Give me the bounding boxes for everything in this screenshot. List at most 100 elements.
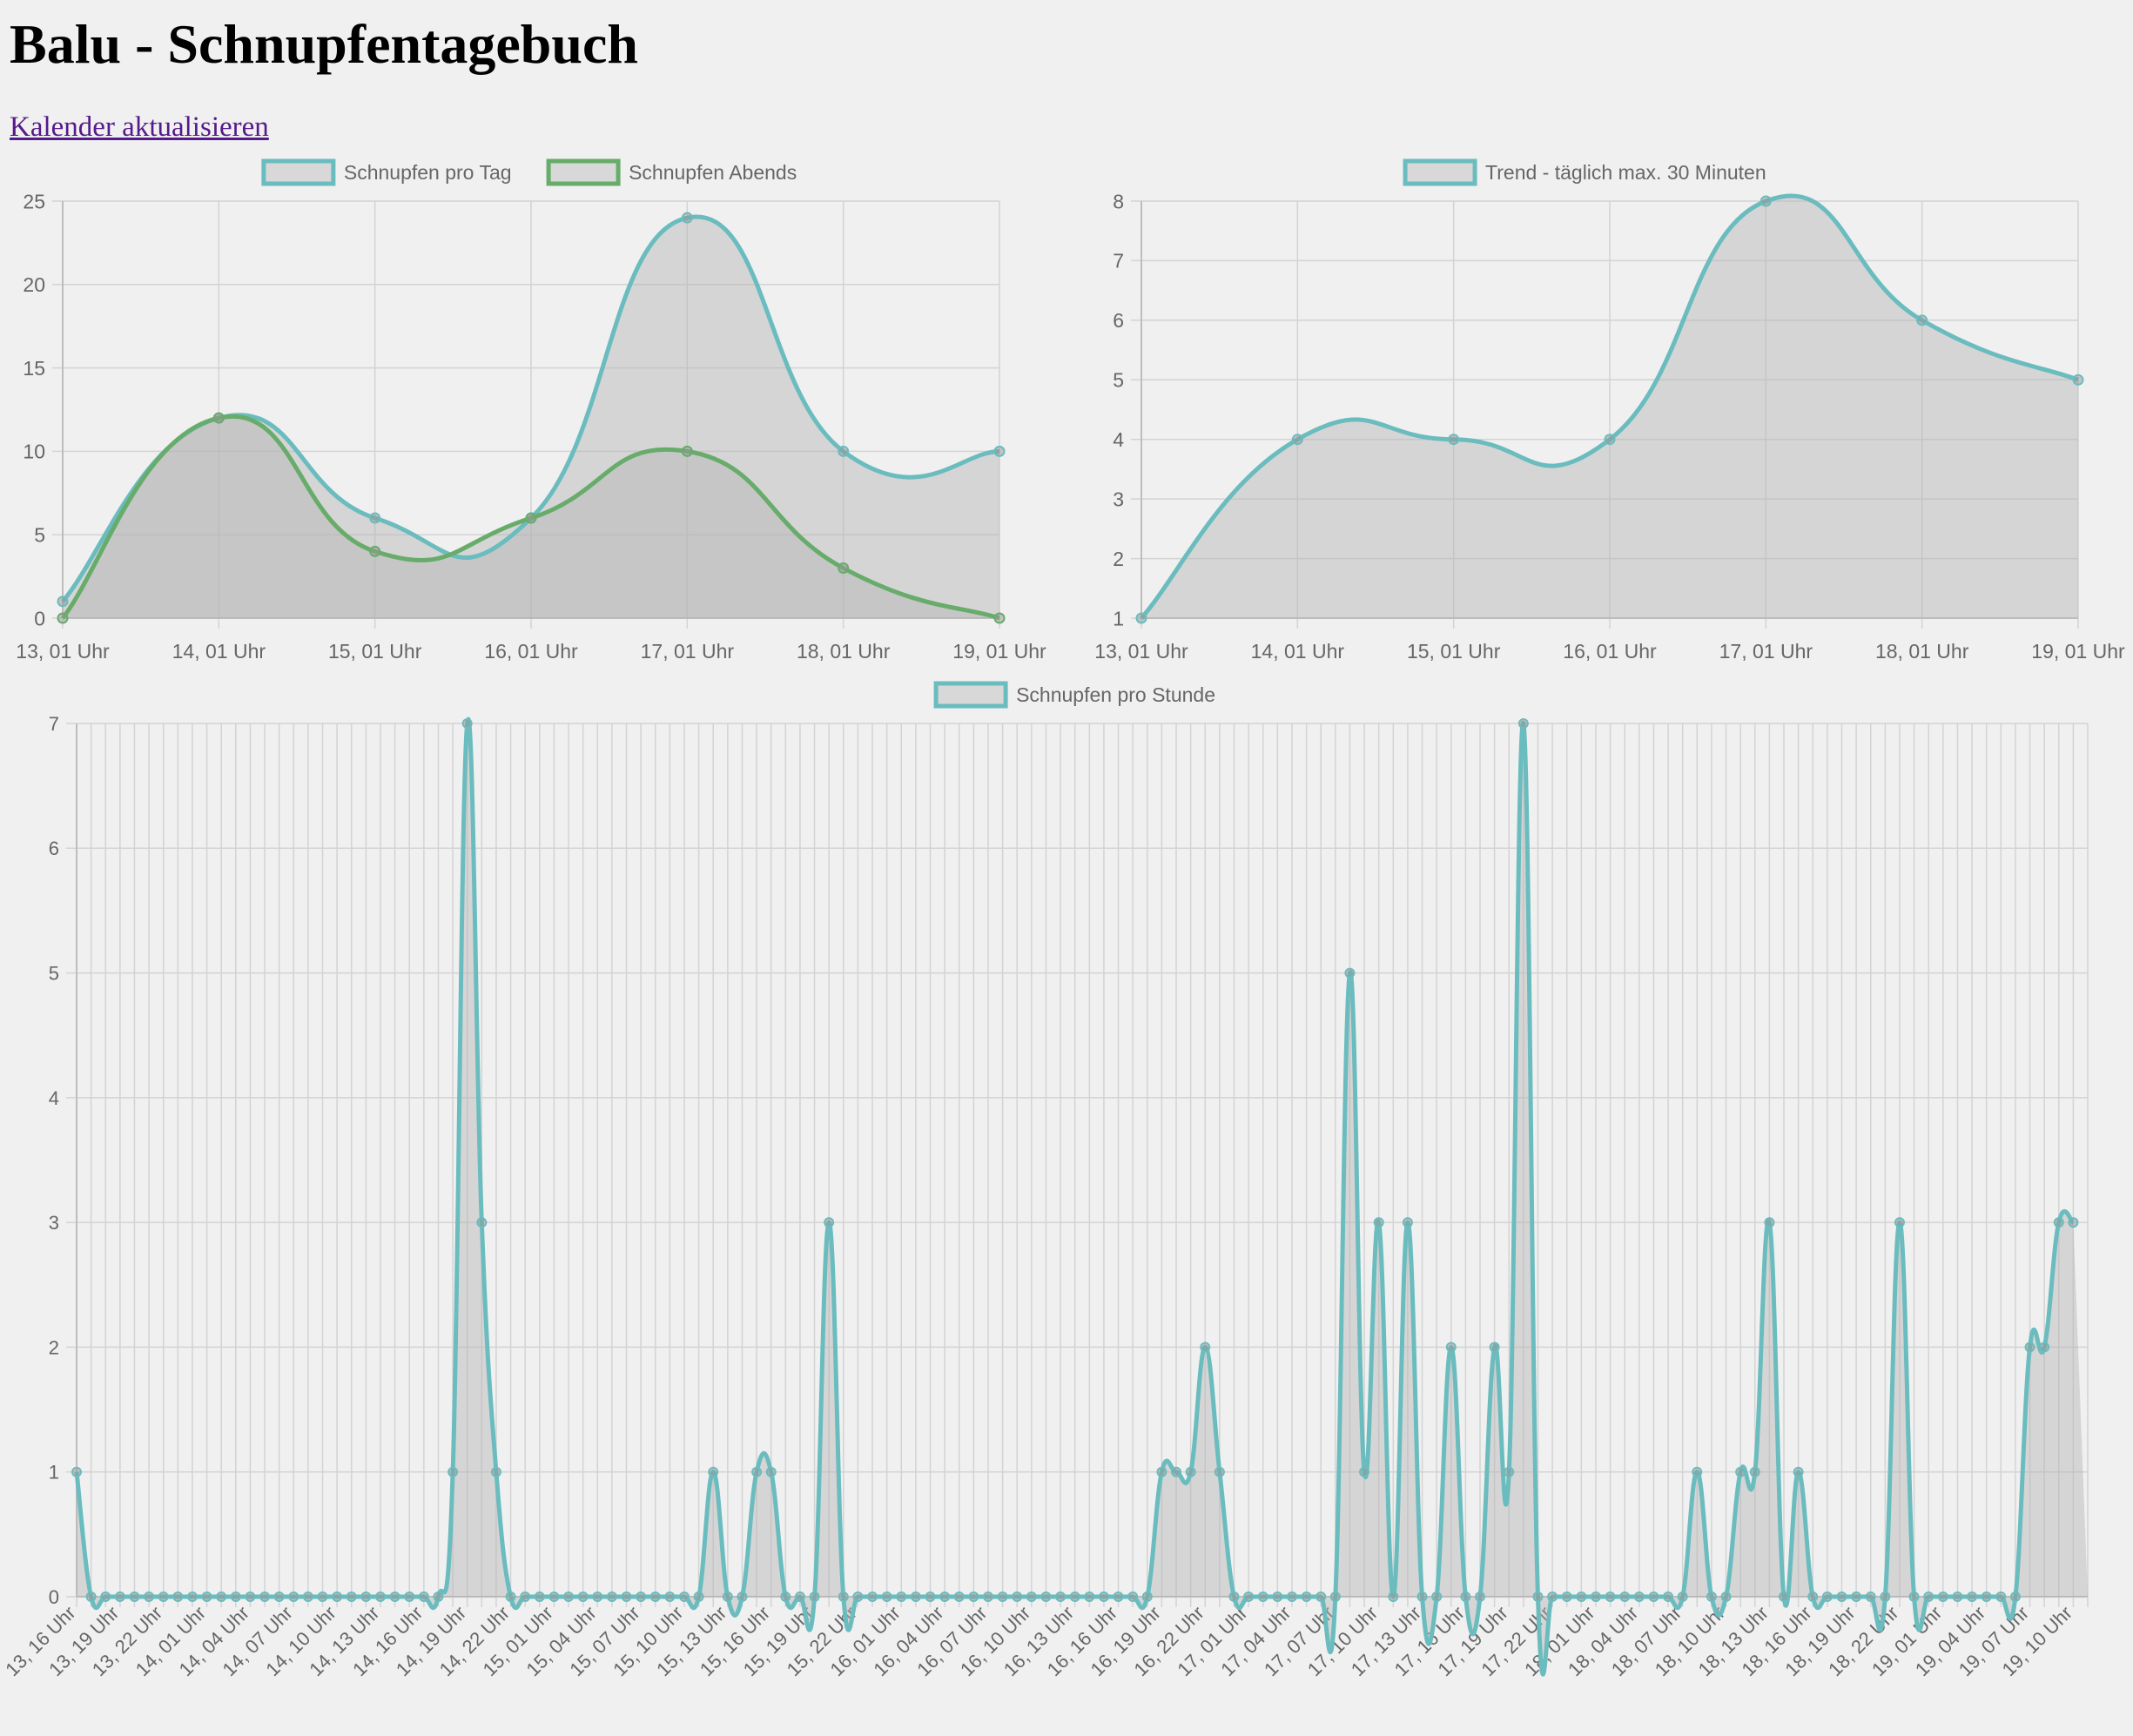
legend-label: Schnupfen pro Stunde <box>1016 683 1215 706</box>
data-point <box>1952 1591 1963 1602</box>
data-point <box>1908 1591 1920 1602</box>
data-point <box>1605 1591 1616 1602</box>
y-tick-label: 3 <box>49 1212 59 1234</box>
data-point <box>2068 1217 2079 1228</box>
data-point <box>1807 1591 1819 1602</box>
data-point <box>505 1591 516 1602</box>
y-tick-label: 5 <box>49 962 59 984</box>
data-point <box>1663 1591 1674 1602</box>
data-point <box>1069 1591 1080 1602</box>
data-point <box>245 1591 256 1602</box>
data-point <box>1084 1591 1095 1602</box>
data-point <box>129 1591 140 1602</box>
data-point <box>302 1591 313 1602</box>
grid <box>66 723 2089 1607</box>
data-point <box>144 1591 155 1602</box>
data-point <box>693 1591 704 1602</box>
data-point <box>1431 1591 1443 1602</box>
data-point <box>968 1591 979 1602</box>
data-point <box>1127 1591 1139 1602</box>
data-point <box>982 1591 993 1602</box>
data-point <box>636 1591 647 1602</box>
data-point <box>520 1591 531 1602</box>
data-point <box>838 1591 849 1602</box>
y-tick-label: 6 <box>49 838 59 859</box>
data-point <box>374 1591 386 1602</box>
data-point <box>490 1466 501 1477</box>
data-point <box>1329 1591 1341 1602</box>
data-point <box>1373 1217 1384 1228</box>
data-point <box>2024 1342 2035 1353</box>
data-point <box>1692 1466 1703 1477</box>
data-point <box>1735 1466 1746 1477</box>
data-point <box>1388 1591 1399 1602</box>
data-point <box>259 1591 271 1602</box>
data-point <box>1547 1591 1558 1602</box>
data-point <box>317 1591 328 1602</box>
data-point <box>765 1466 777 1477</box>
data-point <box>476 1217 488 1228</box>
data-point <box>1576 1591 1587 1602</box>
data-point <box>1359 1466 1370 1477</box>
data-point <box>1995 1591 2007 1602</box>
data-point <box>606 1591 617 1602</box>
data-point <box>1315 1591 1327 1602</box>
data-point <box>1648 1591 1659 1602</box>
data-point <box>1243 1591 1255 1602</box>
data-point <box>939 1591 951 1602</box>
data-point <box>288 1591 299 1602</box>
data-point <box>953 1591 965 1602</box>
data-point <box>809 1591 820 1602</box>
data-point <box>621 1591 632 1602</box>
data-point <box>664 1591 676 1602</box>
data-point <box>216 1591 227 1602</box>
data-point <box>1272 1591 1283 1602</box>
data-point <box>592 1591 603 1602</box>
data-point <box>1633 1591 1645 1602</box>
data-point <box>1706 1591 1717 1602</box>
data-point <box>925 1591 936 1602</box>
y-tick-label: 7 <box>49 713 59 735</box>
data-point <box>1301 1591 1312 1602</box>
data-point <box>1865 1591 1876 1602</box>
data-point <box>896 1591 907 1602</box>
data-point <box>1344 967 1356 979</box>
data-point <box>2039 1342 2050 1353</box>
data-point <box>534 1591 545 1602</box>
legend-swatch <box>933 681 1008 709</box>
y-tick-label: 2 <box>49 1336 59 1358</box>
data-point <box>447 1466 459 1477</box>
data-point <box>1055 1591 1066 1602</box>
y-tick-label: 4 <box>49 1087 59 1109</box>
data-point <box>1880 1591 1891 1602</box>
data-point <box>751 1466 763 1477</box>
series-area <box>77 719 2088 1675</box>
data-point <box>332 1591 343 1602</box>
data-point <box>1214 1466 1225 1477</box>
data-point <box>85 1591 97 1602</box>
data-point <box>273 1591 285 1602</box>
data-point <box>1504 1466 1515 1477</box>
data-point <box>1156 1466 1167 1477</box>
data-point <box>1779 1591 1790 1602</box>
data-point <box>794 1591 805 1602</box>
data-point <box>114 1591 125 1602</box>
data-point <box>433 1591 444 1602</box>
data-point <box>1894 1217 1905 1228</box>
data-point <box>1851 1591 1862 1602</box>
data-point <box>563 1591 575 1602</box>
data-point <box>461 718 473 729</box>
data-point <box>852 1591 864 1602</box>
data-point <box>186 1591 198 1602</box>
data-point <box>1402 1217 1413 1228</box>
data-point <box>1590 1591 1601 1602</box>
data-point <box>1967 1591 1978 1602</box>
data-point <box>1821 1591 1833 1602</box>
data-point <box>1012 1591 1023 1602</box>
data-point <box>780 1591 791 1602</box>
data-point <box>1561 1591 1572 1602</box>
data-point <box>1040 1591 1052 1602</box>
data-point <box>824 1217 835 1228</box>
data-point <box>1257 1591 1268 1602</box>
data-point <box>1764 1217 1775 1228</box>
